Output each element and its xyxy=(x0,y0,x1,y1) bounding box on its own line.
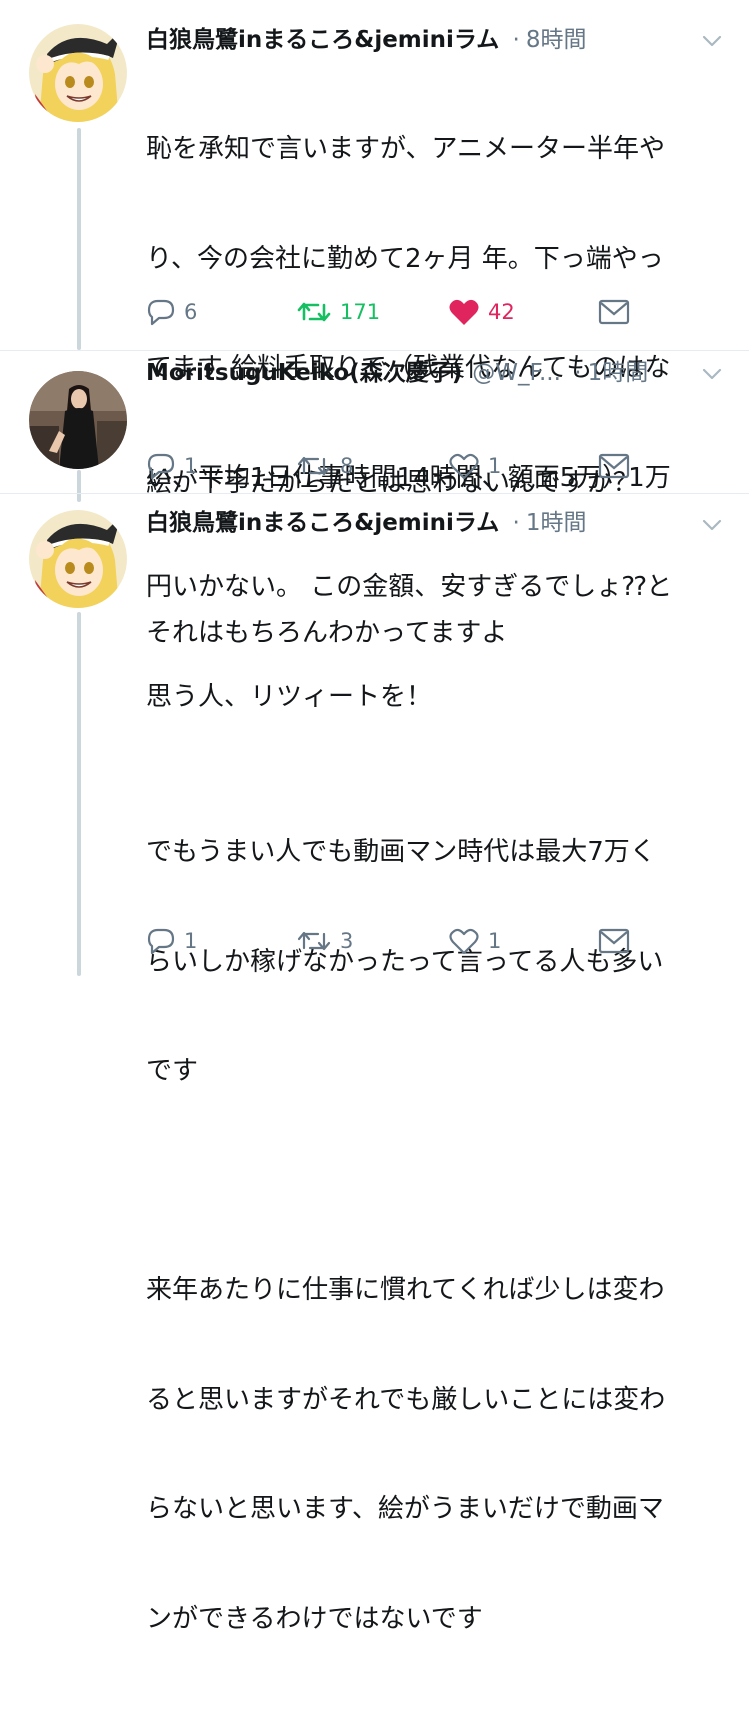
like-button[interactable]: 42 xyxy=(448,295,515,329)
reply-count: 1 xyxy=(184,929,198,953)
chevron-down-icon[interactable] xyxy=(699,28,725,54)
separator-dot: · xyxy=(574,360,582,386)
text-line: ると思いますがそれでも厳しいことには変わ xyxy=(146,1384,666,1415)
heart-icon xyxy=(449,299,479,325)
author-handle[interactable]: @W_F... xyxy=(472,360,561,386)
tweet-time[interactable]: 1時間 xyxy=(588,360,649,386)
reply-button[interactable]: 1 xyxy=(146,924,197,958)
retweet-button[interactable]: 3 xyxy=(296,924,353,958)
author-name[interactable]: 白狼鳥鷺inまるころ&jeminiラム xyxy=(146,27,499,53)
text-line: り、今の会社に勤めて2ヶ月 年。下っ端やっ xyxy=(146,243,664,274)
reply-button[interactable]: 6 xyxy=(146,295,197,329)
retweet-count: 8 xyxy=(340,454,354,478)
text-line: です xyxy=(146,1056,199,1086)
reply-button[interactable]: 1 xyxy=(146,449,197,483)
like-count: 42 xyxy=(488,300,515,324)
avatar[interactable] xyxy=(29,510,127,608)
like-button[interactable]: 1 xyxy=(448,449,501,483)
reply-count: 1 xyxy=(184,454,198,478)
heart-outline-icon xyxy=(449,453,479,480)
retweet-icon xyxy=(297,931,331,951)
tweet-header: MoritsuguKeiko(森次慶子) @W_F... · 1時間 xyxy=(146,355,689,391)
retweet-button[interactable]: 171 xyxy=(296,295,380,329)
woman-photo-avatar-icon xyxy=(29,371,127,469)
reply-icon xyxy=(147,299,175,326)
tweet[interactable]: 白狼鳥鷺inまるころ&jeminiラム · 8時間 恥を承知で言いますが、アニメー… xyxy=(0,0,749,712)
chevron-down-icon[interactable] xyxy=(699,361,725,387)
retweet-button[interactable]: 8 xyxy=(296,449,353,483)
text-line xyxy=(146,725,726,762)
like-count: 1 xyxy=(488,454,502,478)
text-line: ンができるわけではないです xyxy=(146,1603,483,1634)
separator-dot: · xyxy=(512,510,520,536)
tweet-header: 白狼鳥鷺inまるころ&jeminiラム · 8時間 xyxy=(146,22,689,58)
separator-dot: · xyxy=(512,27,520,53)
text-line: らないと思います、絵がうまいだけで動画マ xyxy=(146,1494,664,1524)
tweet-time[interactable]: 1時間 xyxy=(526,510,587,536)
reply-count: 6 xyxy=(184,300,198,324)
envelope-icon xyxy=(598,928,630,954)
retweet-icon xyxy=(297,456,331,476)
tweet-actions: 1 3 1 xyxy=(146,924,646,958)
retweet-count: 3 xyxy=(340,929,354,953)
tweet-time[interactable]: 8時間 xyxy=(526,27,587,53)
avatar[interactable] xyxy=(29,371,127,469)
retweet-icon xyxy=(297,302,331,322)
tweet-actions: 6 171 42 xyxy=(146,295,646,329)
tweet[interactable]: MoritsuguKeiko(森次慶子) @W_F... · 1時間 絵が下手だから… xyxy=(0,351,749,498)
direct-message-button[interactable] xyxy=(598,924,630,958)
heart-outline-icon xyxy=(449,928,479,955)
reply-icon xyxy=(147,453,175,480)
envelope-icon xyxy=(598,453,630,479)
text-line: それはもちろんわかってますよ xyxy=(146,618,508,648)
text-line: 来年あたりに仕事に慣れてくれば少しは変わ xyxy=(146,1275,665,1305)
tweet[interactable]: 白狼鳥鷺inまるころ&jeminiラム · 1時間 それはもちろんわかってますよ … xyxy=(0,494,749,1634)
reply-icon xyxy=(147,928,175,955)
tweet-header: 白狼鳥鷺inまるころ&jeminiラム · 1時間 xyxy=(146,505,689,541)
like-button[interactable]: 1 xyxy=(448,924,501,958)
anime-girl-blonde-avatar-icon xyxy=(29,510,127,608)
envelope-icon xyxy=(598,299,630,325)
like-count: 1 xyxy=(488,929,502,953)
text-line: でもうまい人でも動画マン時代は最大7万く xyxy=(146,837,656,867)
direct-message-button[interactable] xyxy=(598,449,630,483)
text-line xyxy=(146,1163,726,1200)
text-line: 恥を承知で言いますが、アニメーター半年や xyxy=(146,134,665,164)
tweet-text: それはもちろんわかってますよ でもうまい人でも動画マン時代は最大7万く らいしか… xyxy=(146,542,726,1710)
tweet-actions: 1 8 1 xyxy=(146,449,646,483)
author-name[interactable]: 白狼鳥鷺inまるころ&jeminiラム xyxy=(146,510,499,536)
avatar[interactable] xyxy=(29,24,127,122)
author-name[interactable]: MoritsuguKeiko(森次慶子) xyxy=(146,360,462,386)
anime-girl-blonde-avatar-icon xyxy=(29,24,127,122)
direct-message-button[interactable] xyxy=(598,295,630,329)
retweet-count: 171 xyxy=(340,300,381,324)
chevron-down-icon[interactable] xyxy=(699,512,725,538)
